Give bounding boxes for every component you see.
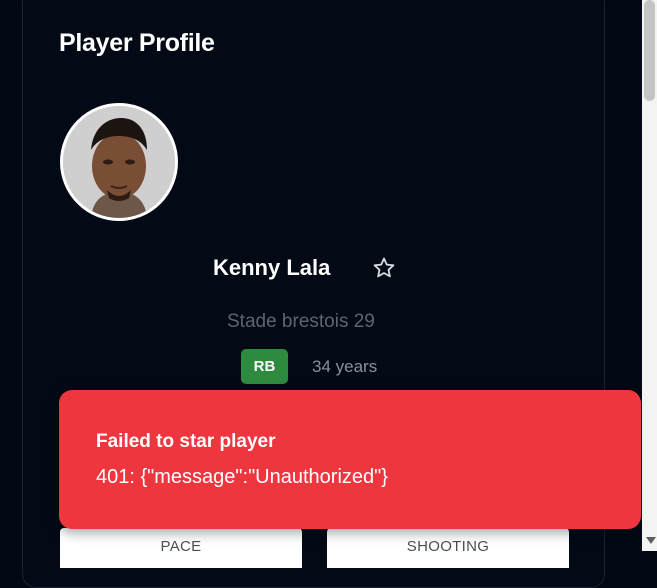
toast-message: 401: {"message":"Unauthorized"} xyxy=(96,466,388,488)
position-badge: RB xyxy=(241,349,288,384)
stat-card-shooting: SHOOTING xyxy=(327,528,569,568)
player-age: 34 years xyxy=(312,357,378,376)
toast-title: Failed to star player xyxy=(96,431,276,452)
avatar xyxy=(60,103,178,221)
player-photo-icon xyxy=(63,106,175,218)
error-toast[interactable]: Failed to star player 401: {"message":"U… xyxy=(59,390,641,529)
scrollbar-thumb[interactable] xyxy=(644,0,655,101)
club-name: Stade brestois 29 xyxy=(227,311,375,332)
page-title: Player Profile xyxy=(59,29,215,57)
scroll-down-icon[interactable] xyxy=(646,537,656,544)
star-outline-icon[interactable] xyxy=(372,256,396,280)
stat-card-pace: PACE xyxy=(60,528,302,568)
player-name: Kenny Lala xyxy=(213,255,331,280)
